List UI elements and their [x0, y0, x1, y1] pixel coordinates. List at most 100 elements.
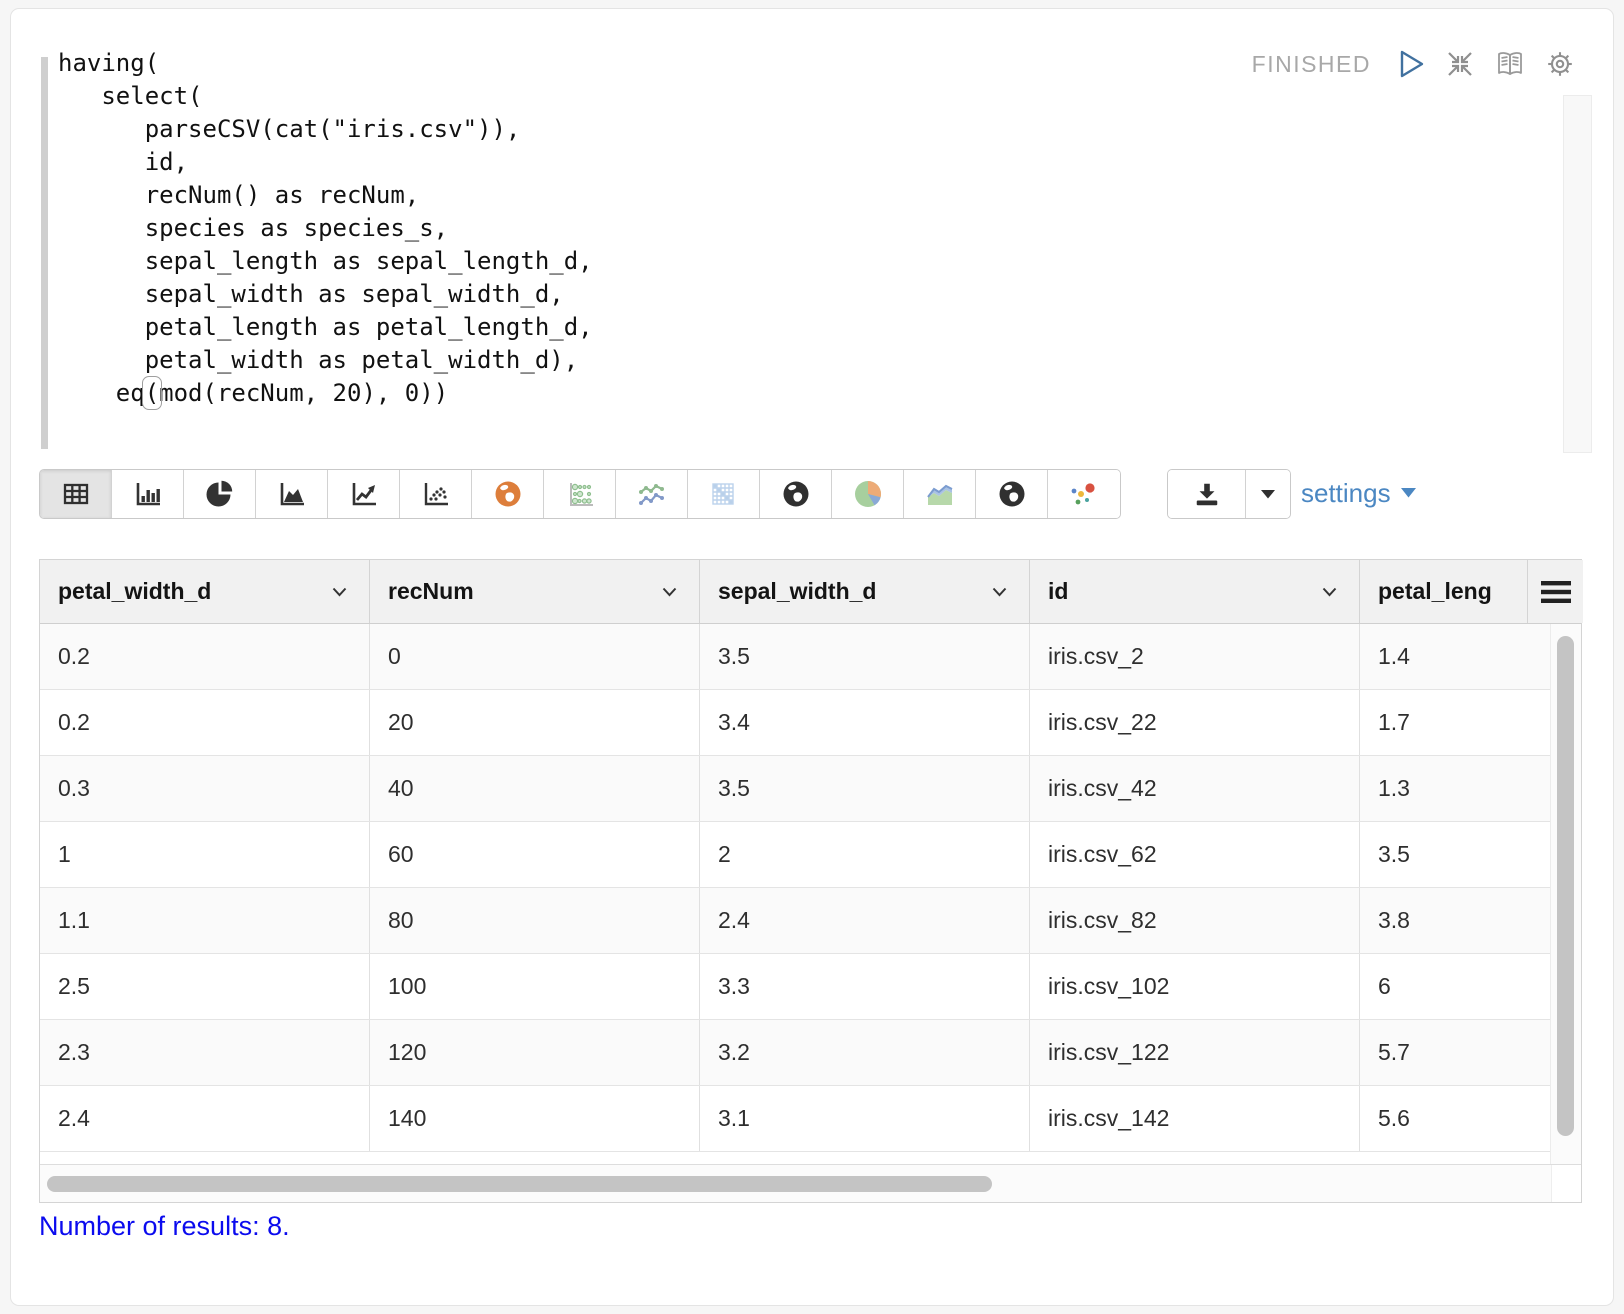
chart-table-button[interactable] [40, 470, 112, 518]
area-chart-icon [277, 480, 307, 508]
pie-chart-icon [205, 479, 235, 509]
table-cell: iris.csv_2 [1030, 624, 1360, 689]
globe-dark-icon [781, 479, 811, 509]
table-cell: 3.3 [700, 954, 1030, 1019]
table-body: 0.2 0 3.5 iris.csv_2 1.4 0.2 20 3.4 iris… [40, 624, 1581, 1164]
settings-caret-icon [1401, 488, 1416, 498]
download-icon [1193, 480, 1221, 508]
table-cell: 0.2 [40, 624, 370, 689]
table-cell: 2.5 [40, 954, 370, 1019]
results-count-text: Number of results: 8. [39, 1211, 290, 1242]
table-cell: 140 [370, 1086, 700, 1151]
column-header-recnum[interactable]: recNum [370, 560, 700, 623]
table-row: 0.2 20 3.4 iris.csv_22 1.7 [40, 690, 1552, 756]
matched-bracket-highlight: ( [145, 379, 159, 407]
table-cell: 1.1 [40, 888, 370, 953]
chart-type-group [39, 469, 1121, 519]
chart-bar-button[interactable] [112, 470, 184, 518]
table-cell: 3.5 [1360, 822, 1552, 887]
code-editor[interactable]: having( select( parseCSV(cat("iris.csv")… [41, 45, 1593, 457]
table-cell: 3.1 [700, 1086, 1030, 1151]
stacked-area-chart-icon [925, 480, 955, 508]
table-row: 2.4 140 3.1 iris.csv_142 5.6 [40, 1086, 1552, 1152]
bubble-matrix-icon [565, 480, 595, 508]
table-cell: 100 [370, 954, 700, 1019]
table-cell: 6 [1360, 954, 1552, 1019]
heatmap-icon [709, 480, 739, 508]
results-table: petal_width_d recNum sepal_width_d id pe… [39, 559, 1582, 1203]
table-cell: 5.7 [1360, 1020, 1552, 1085]
table-row: 1 60 2 iris.csv_62 3.5 [40, 822, 1552, 888]
chart-pie-button[interactable] [184, 470, 256, 518]
chart-globe-button[interactable] [760, 470, 832, 518]
chart-area-button[interactable] [256, 470, 328, 518]
table-cell: iris.csv_82 [1030, 888, 1360, 953]
code-before-bracket: having( select( parseCSV(cat("iris.csv")… [58, 49, 593, 407]
download-button[interactable] [1168, 470, 1246, 518]
chevron-down-icon[interactable] [332, 587, 347, 597]
pie-chart-colored-icon [853, 479, 883, 509]
vertical-scrollbar-track[interactable] [1550, 624, 1581, 1164]
chart-line-button[interactable] [328, 470, 400, 518]
table-row: 1.1 80 2.4 iris.csv_82 3.8 [40, 888, 1552, 954]
editor-scrollbar[interactable] [1563, 95, 1592, 453]
chart-scatter-button[interactable] [400, 470, 472, 518]
table-cell: 1.4 [1360, 624, 1552, 689]
download-options-button[interactable] [1246, 470, 1290, 518]
chart-bubble-matrix-button[interactable] [544, 470, 616, 518]
chart-scatter-dots-button[interactable] [1048, 470, 1120, 518]
chart-stacked-area-button[interactable] [904, 470, 976, 518]
globe-orange-icon [493, 479, 523, 509]
table-menu-button[interactable] [1527, 560, 1583, 623]
horizontal-scrollbar-thumb[interactable] [47, 1176, 992, 1192]
table-cell: 2.4 [700, 888, 1030, 953]
download-group [1167, 469, 1291, 519]
table-cell: iris.csv_42 [1030, 756, 1360, 821]
table-cell: iris.csv_122 [1030, 1020, 1360, 1085]
notebook-paragraph: FINISHED [10, 8, 1614, 1306]
vertical-scrollbar-thumb[interactable] [1557, 636, 1574, 1136]
table-cell: iris.csv_102 [1030, 954, 1360, 1019]
table-cell: 80 [370, 888, 700, 953]
table-cell: 2.3 [40, 1020, 370, 1085]
download-caret-icon [1261, 490, 1275, 499]
bar-chart-icon [133, 480, 163, 508]
settings-link[interactable]: settings [1301, 467, 1416, 519]
column-header-petal-length[interactable]: petal_leng [1360, 560, 1527, 623]
line-chart-icon [349, 480, 379, 508]
table-cell: 0.3 [40, 756, 370, 821]
chart-pie-colored-button[interactable] [832, 470, 904, 518]
column-header-sepal-width[interactable]: sepal_width_d [700, 560, 1030, 623]
table-cell: 20 [370, 690, 700, 755]
settings-label: settings [1301, 478, 1391, 509]
chart-heatmap-button[interactable] [688, 470, 760, 518]
code-after-bracket: mod(recNum, 20), 0)) [159, 379, 448, 407]
table-row: 0.3 40 3.5 iris.csv_42 1.3 [40, 756, 1552, 822]
horizontal-scrollbar-track[interactable] [40, 1164, 1581, 1202]
chevron-down-icon[interactable] [662, 587, 677, 597]
visualization-toolbar: settings [39, 467, 1593, 517]
hamburger-menu-icon [1541, 581, 1571, 603]
table-cell: 1 [40, 822, 370, 887]
scrollbar-corner [1551, 1165, 1581, 1202]
column-header-id[interactable]: id [1030, 560, 1360, 623]
chart-map-button[interactable] [472, 470, 544, 518]
table-cell: 3.4 [700, 690, 1030, 755]
chevron-down-icon[interactable] [992, 587, 1007, 597]
table-cell: 40 [370, 756, 700, 821]
code-text[interactable]: having( select( parseCSV(cat("iris.csv")… [58, 47, 593, 410]
table-icon [61, 480, 91, 508]
chart-globe-2-button[interactable] [976, 470, 1048, 518]
table-cell: 60 [370, 822, 700, 887]
chart-multi-line-button[interactable] [616, 470, 688, 518]
table-cell: iris.csv_62 [1030, 822, 1360, 887]
table-cell: 3.8 [1360, 888, 1552, 953]
table-cell: 1.3 [1360, 756, 1552, 821]
scatter-dots-icon [1069, 479, 1099, 509]
globe-dark-icon-2 [997, 479, 1027, 509]
table-cell: 120 [370, 1020, 700, 1085]
chevron-down-icon[interactable] [1322, 587, 1337, 597]
table-cell: 3.5 [700, 756, 1030, 821]
table-row: 0.2 0 3.5 iris.csv_2 1.4 [40, 624, 1552, 690]
column-header-petal-width[interactable]: petal_width_d [40, 560, 370, 623]
